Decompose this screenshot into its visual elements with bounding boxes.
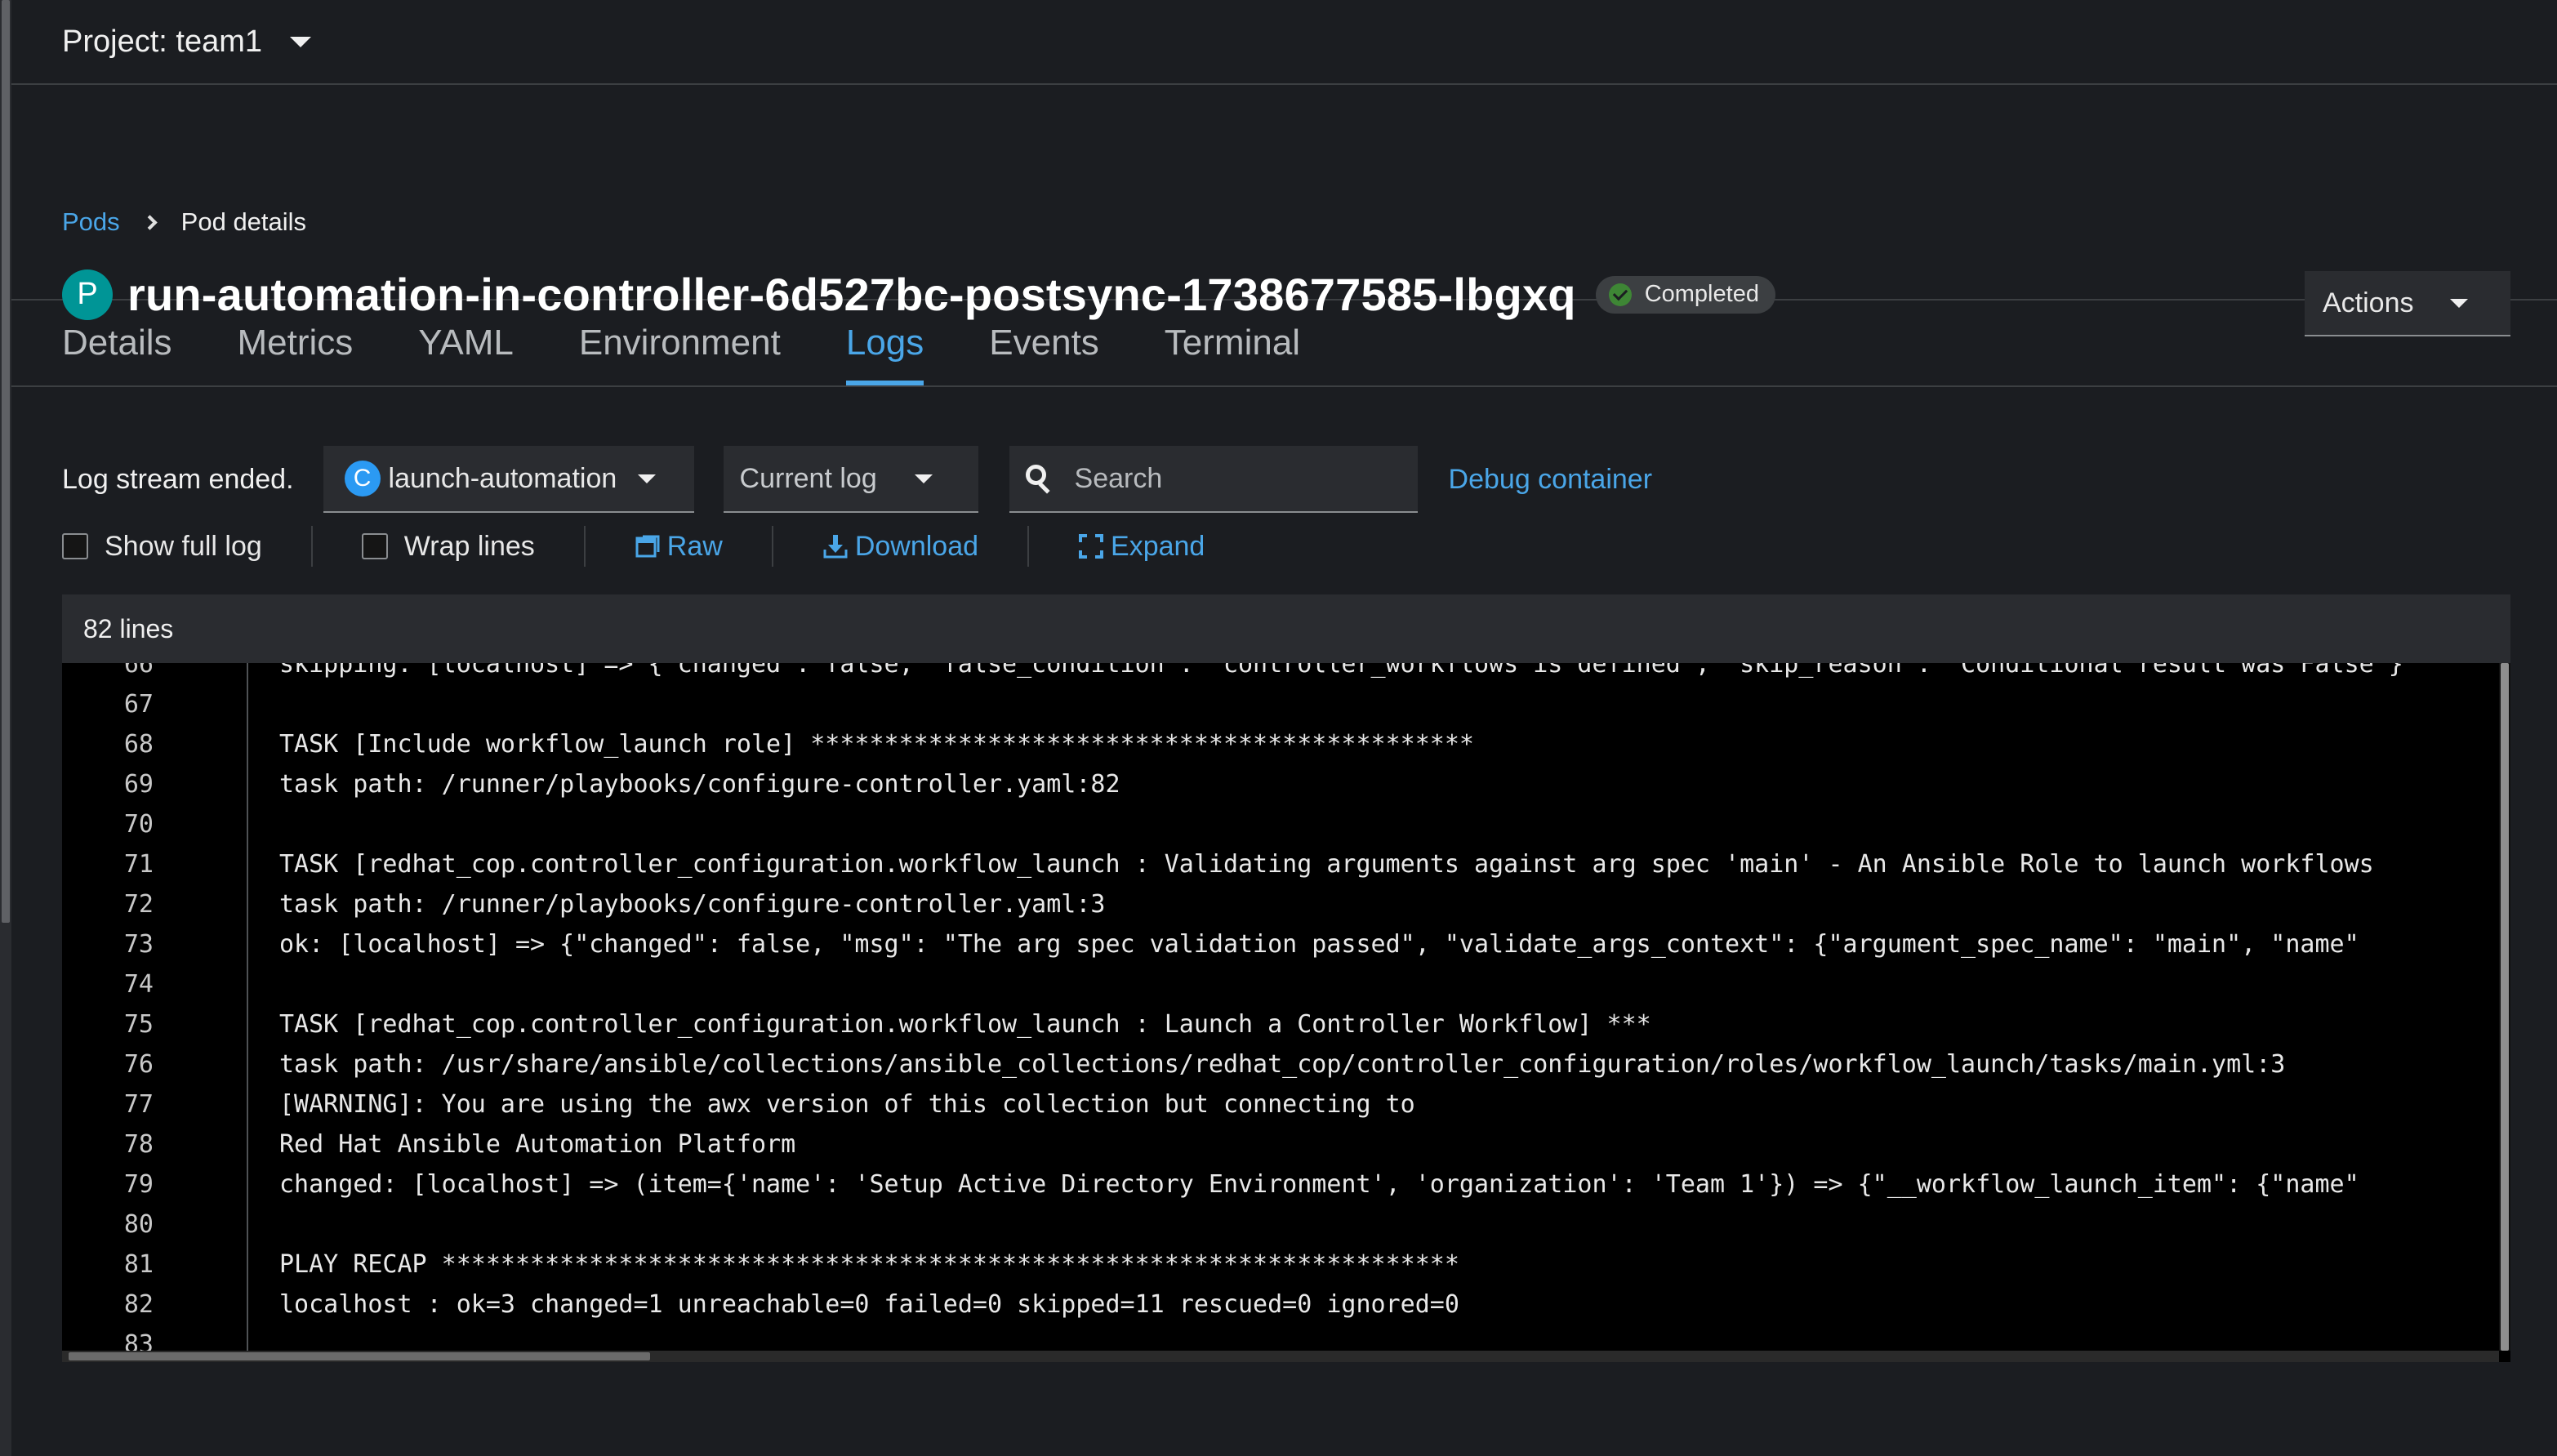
log-search[interactable] bbox=[1009, 446, 1418, 513]
container-name: launch-automation bbox=[388, 462, 617, 494]
download-icon bbox=[823, 535, 848, 559]
expand-icon bbox=[1079, 534, 1104, 559]
main-content: Project: team1 Pods Pod details P run-au… bbox=[11, 0, 2557, 1456]
container-select[interactable]: C launch-automation bbox=[323, 446, 694, 513]
line-text: localhost : ok=3 changed=1 unreachable=0… bbox=[279, 1290, 1459, 1319]
log-horizontal-scrollbar[interactable] bbox=[62, 1351, 2499, 1362]
log-vertical-scrollbar-thumb[interactable] bbox=[2501, 663, 2509, 1351]
page-header: Pods Pod details P run-automation-in-con… bbox=[11, 85, 2557, 336]
line-number: 81 bbox=[123, 1250, 154, 1279]
raw-button[interactable]: Raw bbox=[635, 531, 723, 563]
expand-label: Expand bbox=[1111, 530, 1205, 562]
line-number: 79 bbox=[123, 1170, 154, 1199]
project-selector[interactable]: Project: team1 bbox=[62, 24, 311, 60]
line-text: [WARNING]: You are using the awx version… bbox=[279, 1090, 1415, 1119]
checkbox[interactable] bbox=[361, 533, 388, 559]
caret-down-icon bbox=[914, 474, 933, 483]
show-full-log-checkbox[interactable]: Show full log bbox=[62, 531, 262, 563]
line-number: 80 bbox=[123, 1210, 154, 1239]
actions-dropdown[interactable]: Actions bbox=[2305, 271, 2510, 336]
line-text: TASK [redhat_cop.controller_configuratio… bbox=[279, 850, 2374, 879]
line-number: 74 bbox=[123, 970, 154, 999]
tab-metrics[interactable]: Metrics bbox=[238, 301, 354, 385]
line-number: 72 bbox=[123, 890, 154, 919]
tab-yaml[interactable]: YAML bbox=[418, 301, 514, 385]
line-text: ok: [localhost] => {"changed": false, "m… bbox=[279, 930, 2359, 959]
project-bar: Project: team1 bbox=[11, 0, 2557, 85]
log-type-label: Current log bbox=[739, 462, 877, 494]
line-number: 66 bbox=[123, 663, 154, 679]
breadcrumb-link-pods[interactable]: Pods bbox=[62, 207, 120, 237]
line-number: 68 bbox=[123, 730, 154, 759]
debug-container-link[interactable]: Debug container bbox=[1449, 464, 1653, 496]
line-text: TASK [redhat_cop.controller_configuratio… bbox=[279, 1010, 1651, 1039]
log-toolbar: Log stream ended. C launch-automation Cu… bbox=[62, 446, 1652, 513]
line-number: 76 bbox=[123, 1050, 154, 1079]
line-number: 71 bbox=[123, 850, 154, 879]
breadcrumb-current: Pod details bbox=[180, 207, 307, 236]
search-icon bbox=[1025, 465, 1052, 494]
log-header: 82 lines bbox=[62, 594, 2510, 663]
raw-label: Raw bbox=[666, 530, 723, 562]
divider bbox=[310, 526, 313, 567]
log-vertical-scrollbar[interactable] bbox=[2499, 663, 2510, 1351]
log-viewer[interactable]: 66 skipping: [localhost] => {"changed": f… bbox=[62, 663, 2510, 1362]
tab-details[interactable]: Details bbox=[62, 301, 172, 385]
log-stream-status: Log stream ended. bbox=[62, 463, 294, 495]
tab-environment[interactable]: Environment bbox=[579, 301, 781, 385]
project-label: Project: team1 bbox=[62, 24, 262, 59]
page-scrollbar[interactable] bbox=[0, 0, 11, 1456]
caret-down-icon bbox=[638, 474, 657, 483]
line-number: 69 bbox=[123, 770, 154, 799]
line-count: 82 lines bbox=[83, 613, 174, 643]
caret-down-icon bbox=[290, 36, 311, 47]
tab-terminal[interactable]: Terminal bbox=[1165, 301, 1300, 385]
line-text: Red Hat Ansible Automation Platform bbox=[279, 1130, 796, 1159]
container-badge: C bbox=[344, 461, 381, 496]
status-label: Completed bbox=[1644, 281, 1759, 307]
line-number: 67 bbox=[123, 690, 154, 719]
line-text: changed: [localhost] => (item={'name': '… bbox=[279, 1170, 2359, 1199]
log-options: Show full log Wrap lines Raw Download Ex… bbox=[62, 519, 1205, 573]
status-badge: Completed bbox=[1595, 275, 1775, 314]
wrap-lines-label: Wrap lines bbox=[403, 530, 535, 562]
caret-down-icon bbox=[2449, 298, 2468, 308]
divider bbox=[1027, 526, 1030, 567]
gutter-divider bbox=[247, 663, 248, 1351]
line-text: task path: /usr/share/ansible/collection… bbox=[279, 1050, 2286, 1079]
log-horizontal-scrollbar-thumb[interactable] bbox=[69, 1352, 650, 1360]
expand-button[interactable]: Expand bbox=[1078, 531, 1205, 563]
external-window-icon bbox=[635, 535, 660, 558]
divider bbox=[771, 526, 773, 567]
download-label: Download bbox=[854, 530, 979, 562]
line-number: 82 bbox=[123, 1290, 154, 1319]
line-number: 77 bbox=[123, 1090, 154, 1119]
actions-label: Actions bbox=[2323, 287, 2414, 318]
line-text: TASK [Include workflow_launch role] ****… bbox=[279, 730, 1474, 759]
tab-logs[interactable]: Logs bbox=[845, 301, 924, 385]
breadcrumb: Pods Pod details bbox=[62, 207, 306, 237]
search-input[interactable] bbox=[1074, 462, 1401, 495]
line-number: 75 bbox=[123, 1010, 154, 1039]
checkbox[interactable] bbox=[62, 533, 88, 559]
line-text: PLAY RECAP *****************************… bbox=[279, 1250, 1459, 1279]
wrap-lines-checkbox[interactable]: Wrap lines bbox=[361, 530, 535, 563]
check-circle-icon bbox=[1608, 283, 1632, 306]
show-full-log-label: Show full log bbox=[105, 530, 262, 562]
line-text: skipping: [localhost] => {"changed": fal… bbox=[279, 663, 2403, 679]
chevron-right-icon bbox=[141, 214, 158, 230]
page-scrollbar-thumb[interactable] bbox=[2, 0, 10, 923]
line-text: task path: /runner/playbooks/configure-c… bbox=[279, 770, 1120, 799]
download-button[interactable]: Download bbox=[822, 531, 978, 563]
line-text: task path: /runner/playbooks/configure-c… bbox=[279, 890, 1106, 919]
line-number: 70 bbox=[123, 810, 154, 839]
divider bbox=[583, 526, 586, 567]
line-number: 73 bbox=[123, 930, 154, 959]
tab-events[interactable]: Events bbox=[989, 301, 1099, 385]
log-type-select[interactable]: Current log bbox=[723, 446, 978, 513]
line-number: 78 bbox=[123, 1130, 154, 1159]
